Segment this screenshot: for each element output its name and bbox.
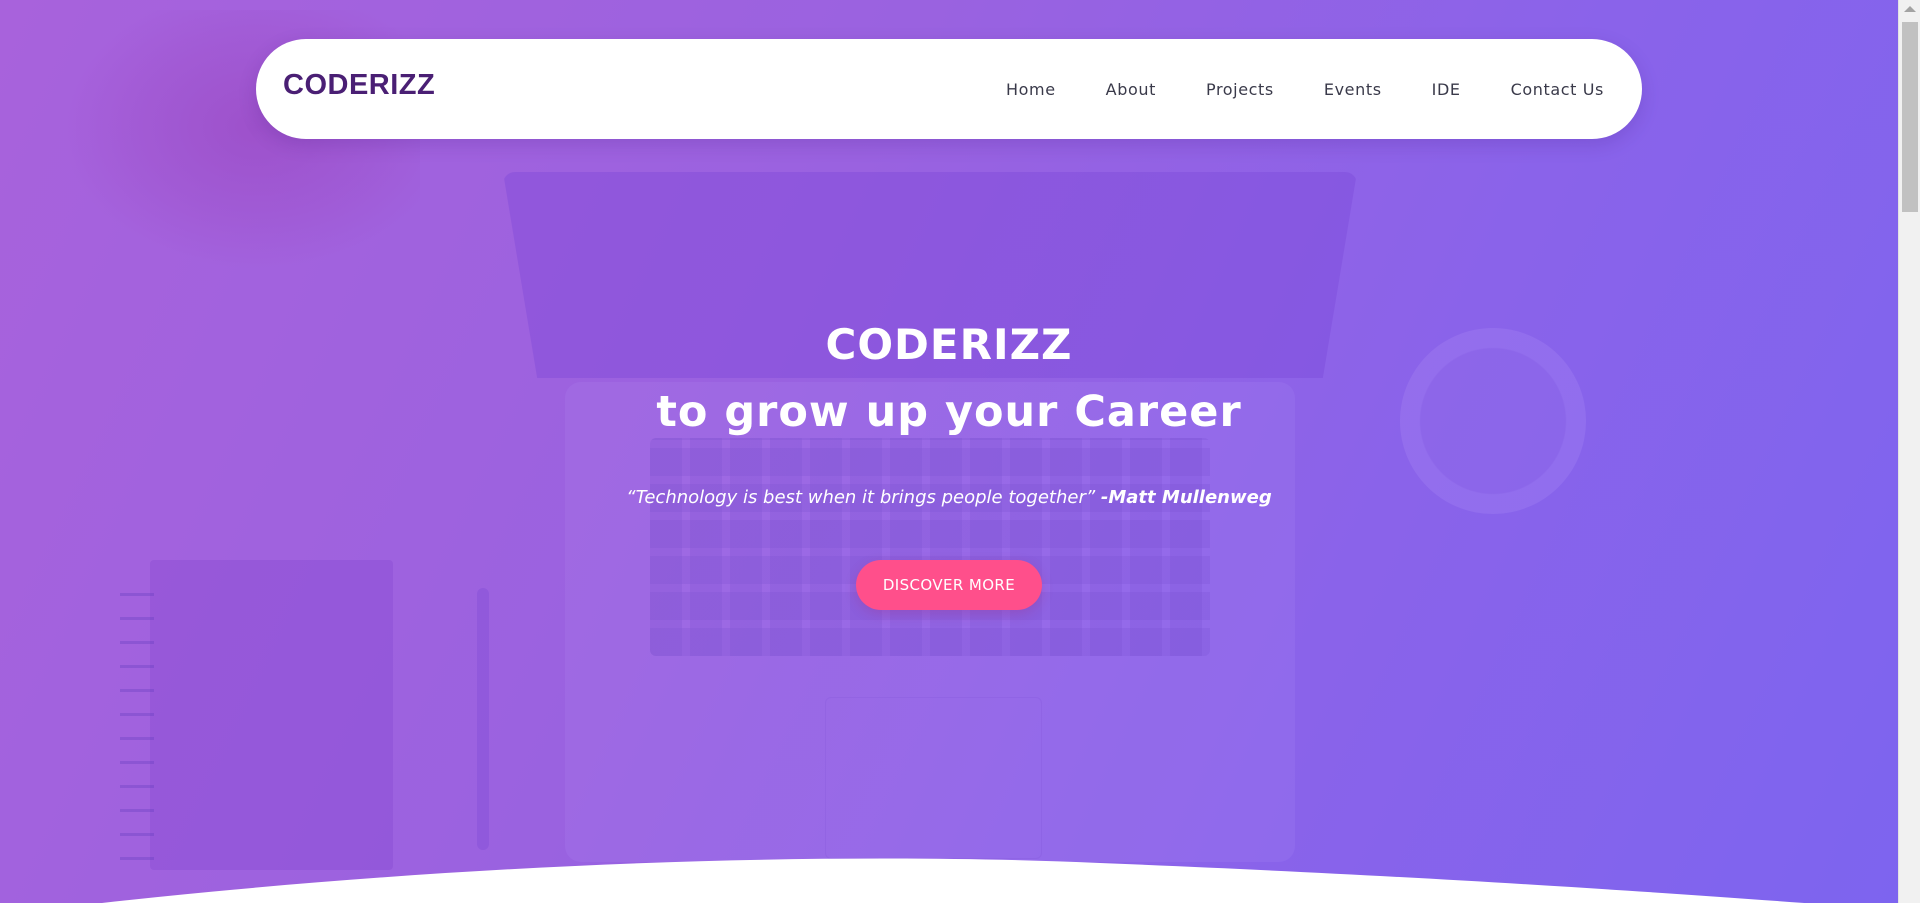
vertical-scrollbar[interactable] <box>1898 0 1920 903</box>
page: CODERIZZ Home About Projects Events IDE … <box>0 0 1920 903</box>
hero-section: CODERIZZ Home About Projects Events IDE … <box>0 0 1898 903</box>
hero-title: CODERIZZ <box>825 320 1073 369</box>
hero-subtitle: to grow up your Career <box>0 384 1898 440</box>
nav-item-home[interactable]: Home <box>1006 80 1056 99</box>
hero-content: CODERIZZ to grow up your Career “Technol… <box>0 318 1898 610</box>
nav-item-ide[interactable]: IDE <box>1432 80 1461 99</box>
hero-subtitle-prefix: to grow up your <box>656 387 1059 437</box>
nav-links: Home About Projects Events IDE Contact U… <box>1006 39 1604 139</box>
nav-item-contact-us[interactable]: Contact Us <box>1511 80 1604 99</box>
hero-quote: “Technology is best when it brings peopl… <box>0 486 1898 510</box>
hero-subtitle-emphasis: Career <box>1074 387 1242 437</box>
pen-image <box>477 588 489 850</box>
site-logo[interactable]: CODERIZZ <box>283 71 435 100</box>
chevron-up-icon[interactable] <box>1904 6 1916 12</box>
nav-item-projects[interactable]: Projects <box>1206 80 1274 99</box>
scrollbar-thumb[interactable] <box>1902 22 1918 212</box>
quote-text: “Technology is best when it brings peopl… <box>626 487 1096 508</box>
trackpad-image <box>825 697 1042 859</box>
notebook-rings-image <box>120 580 154 860</box>
quote-author: -Matt Mullenweg <box>1100 487 1272 508</box>
nav-item-events[interactable]: Events <box>1324 80 1382 99</box>
discover-more-button[interactable]: DISCOVER MORE <box>856 560 1042 610</box>
nav-item-about[interactable]: About <box>1106 80 1156 99</box>
navbar: CODERIZZ Home About Projects Events IDE … <box>256 39 1642 139</box>
bottom-wave-divider <box>102 858 1805 903</box>
